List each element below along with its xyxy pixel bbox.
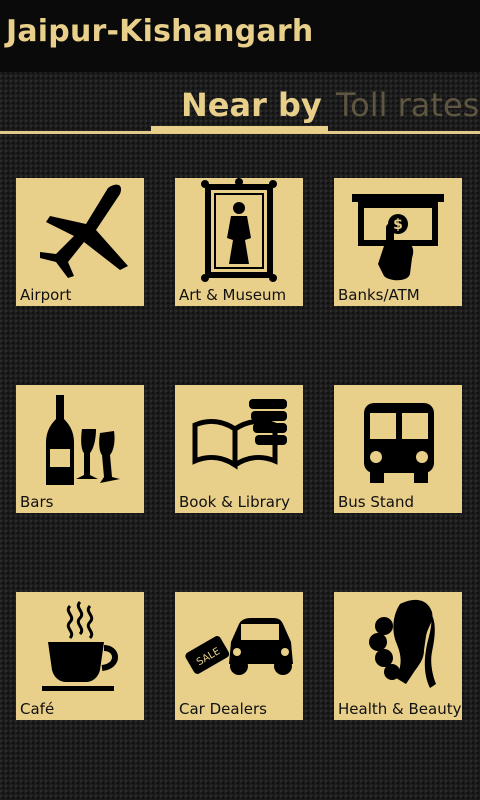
face-profile-icon: [334, 592, 462, 700]
car-sale-tag-icon: SALE: [175, 592, 303, 700]
tile-label: Book & Library: [179, 493, 291, 511]
airplane-icon: [16, 178, 144, 286]
tile-airport[interactable]: Airport: [16, 178, 144, 306]
tile-label: Bars: [20, 493, 54, 511]
bottle-glasses-icon: [16, 385, 144, 493]
tile-art-museum[interactable]: Art & Museum: [175, 178, 303, 306]
tile-label: Café: [20, 700, 55, 718]
tile-health-beauty[interactable]: Health & Beauty: [334, 592, 462, 720]
active-tab-indicator: [151, 126, 328, 133]
atm-hand-icon: $: [334, 178, 462, 286]
svg-text:$: $: [393, 217, 403, 233]
tab-near-by[interactable]: Near by: [181, 86, 322, 124]
app-title: Jaipur-Kishangarh: [6, 14, 314, 49]
tab-toll-rates[interactable]: Toll rates: [336, 86, 479, 124]
tile-label: Bus Stand: [338, 493, 415, 511]
books-icon: [175, 385, 303, 493]
tile-label: Car Dealers: [179, 700, 267, 718]
tile-bars[interactable]: Bars: [16, 385, 144, 513]
tab-bar: Near by Toll rates: [0, 72, 480, 136]
tile-label: Health & Beauty: [338, 700, 462, 718]
title-bar: Jaipur-Kishangarh: [0, 0, 480, 72]
tile-cafe[interactable]: Café: [16, 592, 144, 720]
tile-book-library[interactable]: Book & Library: [175, 385, 303, 513]
tile-car-dealers[interactable]: SALE Car Dealers: [175, 592, 303, 720]
tile-banks-atm[interactable]: $ Banks/ATM: [334, 178, 462, 306]
coffee-cup-icon: [16, 592, 144, 700]
bus-icon: [334, 385, 462, 493]
tile-bus-stand[interactable]: Bus Stand: [334, 385, 462, 513]
tile-label: Banks/ATM: [338, 286, 420, 304]
tile-label: Art & Museum: [179, 286, 287, 304]
framed-portrait-icon: [175, 178, 303, 286]
tile-label: Airport: [20, 286, 72, 304]
